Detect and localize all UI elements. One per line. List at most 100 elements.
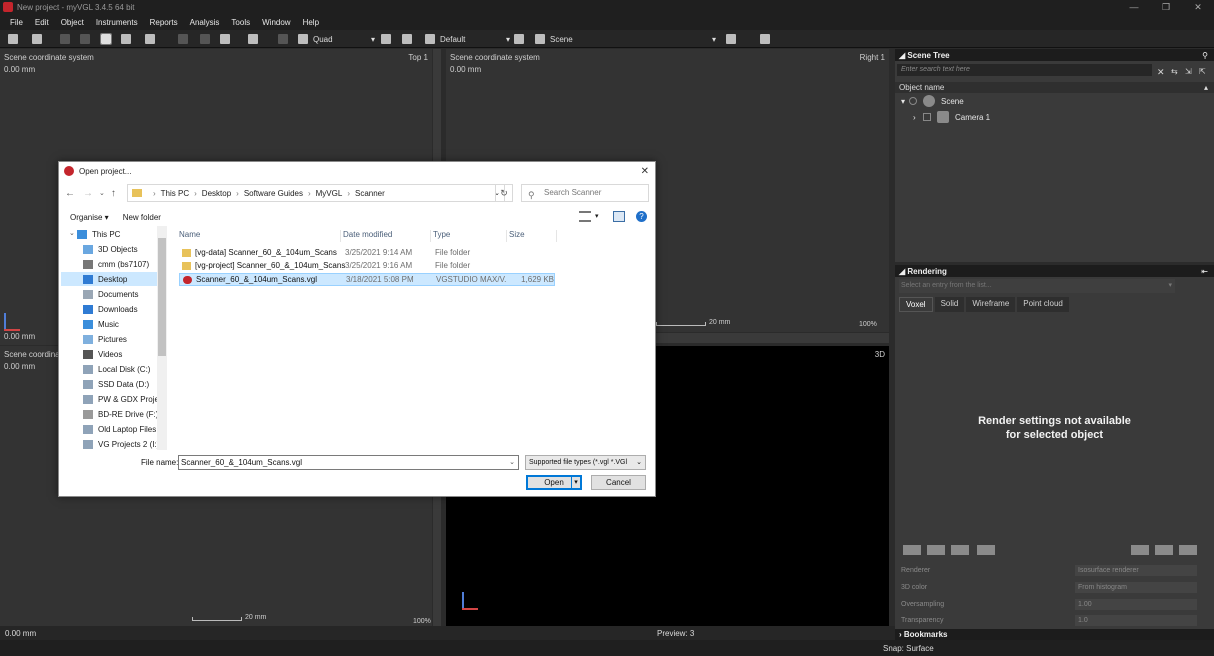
nav-item-network-drive[interactable]: cmm (bs7107) (83, 257, 166, 271)
visibility-checkbox[interactable] (923, 113, 931, 121)
move-tool-icon[interactable] (121, 34, 131, 44)
menu-analysis[interactable]: Analysis (190, 18, 220, 27)
filter-list-icon[interactable] (1155, 545, 1173, 555)
file-row-selected[interactable]: Scanner_60_&_104um_Scans.vgl 3/18/2021 5… (179, 273, 555, 286)
distribute-icon[interactable] (760, 34, 770, 44)
back-arrow-icon[interactable]: ← (65, 188, 75, 199)
file-row[interactable]: [vg-data] Scanner_60_&_104um_Scans 3/25/… (179, 247, 555, 260)
chevron-down-icon[interactable]: ▾ (595, 212, 599, 220)
breadcrumb-this-pc[interactable]: This PC (161, 189, 189, 198)
column-header-date[interactable]: Date modified (343, 230, 431, 242)
chevron-up-icon[interactable]: ▴ (1204, 82, 1208, 93)
breadcrumb-scanner[interactable]: Scanner (355, 189, 385, 198)
nav-item-this-pc[interactable]: This PC (77, 227, 161, 241)
open-folder-icon[interactable] (32, 34, 42, 44)
nav-item-bd-re[interactable]: BD-RE Drive (F:) (83, 407, 166, 421)
select-tool-icon[interactable] (100, 33, 112, 45)
file-row[interactable]: [vg-project] Scanner_60_&_104um_Scans 3/… (179, 260, 555, 273)
file-name-input[interactable]: Scanner_60_&_104um_Scans.vgl ⌄ (178, 455, 519, 470)
filter-icon[interactable]: ⇆ (1171, 67, 1178, 76)
pointer-icon[interactable] (402, 34, 412, 44)
nav-item-videos[interactable]: Videos (83, 347, 166, 361)
lines-icon[interactable] (1131, 545, 1149, 555)
minimize-button[interactable]: — (1118, 0, 1150, 14)
chevron-down-icon[interactable]: ⌄ (509, 456, 515, 469)
pin-icon[interactable] (514, 34, 524, 44)
flag-icon[interactable] (278, 34, 288, 44)
nav-item-documents[interactable]: Documents (83, 287, 166, 301)
collapse-icon[interactable]: ⇱ (1199, 67, 1206, 76)
prop-renderer-value[interactable]: Isosurface renderer (1075, 565, 1197, 576)
redo-icon[interactable] (80, 34, 90, 44)
chevron-down-icon[interactable]: ▾ (571, 477, 580, 488)
menu-window[interactable]: Window (262, 18, 290, 27)
nav-item-vg-projects[interactable]: VG Projects 2 (I:) (83, 437, 166, 450)
scene-dropdown[interactable]: Scene ▾ (550, 33, 716, 45)
expand-arrow-icon[interactable]: ⌄ (69, 229, 75, 237)
view-tool-icon[interactable] (145, 34, 155, 44)
nav-item-pictures[interactable]: Pictures (83, 332, 166, 346)
menu-reports[interactable]: Reports (150, 18, 178, 27)
menu-edit[interactable]: Edit (35, 18, 49, 27)
collapse-arrow-icon[interactable]: ▾ (901, 97, 909, 106)
open-button[interactable]: Open ▾ (526, 475, 582, 490)
tab-wireframe[interactable]: Wireframe (966, 297, 1016, 312)
nav-item-desktop[interactable]: Desktop (61, 272, 157, 286)
column-header-type[interactable]: Type (433, 230, 507, 242)
nav-item-local-disk[interactable]: Local Disk (C:) (83, 362, 166, 376)
add-row-icon[interactable] (1179, 545, 1197, 555)
refresh-icon[interactable]: ↻ (495, 184, 513, 202)
menu-object[interactable]: Object (61, 18, 84, 27)
annotation-icon[interactable] (200, 34, 210, 44)
tree-item-scene[interactable]: ▾ Scene (895, 93, 1214, 109)
nav-item-3d-objects[interactable]: 3D Objects (83, 242, 166, 256)
dialog-close-icon[interactable]: ✕ (641, 166, 649, 177)
align-icon[interactable] (726, 34, 736, 44)
recent-chevron-icon[interactable]: ⌄ (99, 189, 105, 197)
pin-icon[interactable]: ⚲ (1202, 51, 1208, 60)
tab-solid[interactable]: Solid (934, 297, 965, 312)
breadcrumb-software-guides[interactable]: Software Guides (244, 189, 303, 198)
tree-item-camera[interactable]: › Camera 1 (895, 109, 1214, 125)
histogram-icon[interactable] (927, 545, 945, 555)
search-input[interactable]: ⚲ Search Scanner (521, 184, 649, 202)
nav-item-pw-gdx[interactable]: PW & GDX Projec (83, 392, 166, 406)
layout-dropdown[interactable]: Quad ▾ (313, 33, 375, 45)
prop-transparency-value[interactable]: 1.0 (1075, 615, 1197, 626)
reset-icon[interactable] (178, 34, 188, 44)
menu-file[interactable]: File (10, 18, 23, 27)
breadcrumb-myvgl[interactable]: MyVGL (316, 189, 343, 198)
nav-item-ssd-data[interactable]: SSD Data (D:) (83, 377, 166, 391)
column-header-size[interactable]: Size (509, 230, 557, 242)
help-icon[interactable]: ? (636, 211, 647, 222)
visibility-toggle[interactable] (909, 97, 917, 105)
organise-button[interactable]: Organise ▾ (70, 213, 109, 222)
bookmarks-header[interactable]: › Bookmarks (895, 629, 1214, 640)
menu-instruments[interactable]: Instruments (96, 18, 138, 27)
prop-color-value[interactable]: From histogram (1075, 582, 1197, 593)
scene-search-input[interactable]: Enter search text here (897, 64, 1152, 76)
scrollbar-thumb[interactable] (158, 238, 166, 356)
close-button[interactable]: ✕ (1182, 0, 1214, 14)
breadcrumb[interactable]: › This PC › Desktop › Software Guides › … (127, 184, 505, 202)
preset-dropdown[interactable]: Default ▾ (440, 33, 510, 45)
expand-arrow-icon[interactable]: › (913, 113, 923, 122)
pin-icon[interactable]: ⇤ (1201, 267, 1208, 276)
clear-search-icon[interactable]: ✕ (1157, 67, 1165, 78)
view-options-icon[interactable] (579, 211, 591, 222)
column-header-name[interactable]: Name (179, 230, 341, 242)
cancel-button[interactable]: Cancel (591, 475, 646, 490)
nav-item-old-laptop[interactable]: Old Laptop Files ( (83, 422, 166, 436)
tab-voxel[interactable]: Voxel (899, 297, 933, 312)
breadcrumb-desktop[interactable]: Desktop (202, 189, 231, 198)
nav-item-downloads[interactable]: Downloads (83, 302, 166, 316)
file-type-select[interactable]: Supported file types (*.vgl *.VGl ⌄ (525, 455, 646, 470)
up-arrow-icon[interactable]: ↑ (111, 188, 116, 199)
forward-arrow-icon[interactable]: → (83, 188, 93, 199)
expand-icon[interactable]: ⇲ (1185, 67, 1192, 76)
bookmarks-panel[interactable]: › Bookmarks (895, 629, 1214, 640)
undo-icon[interactable] (60, 34, 70, 44)
new-folder-button[interactable]: New folder (123, 213, 161, 222)
layout-settings-icon[interactable] (381, 34, 391, 44)
maximize-button[interactable]: ❒ (1150, 0, 1182, 14)
